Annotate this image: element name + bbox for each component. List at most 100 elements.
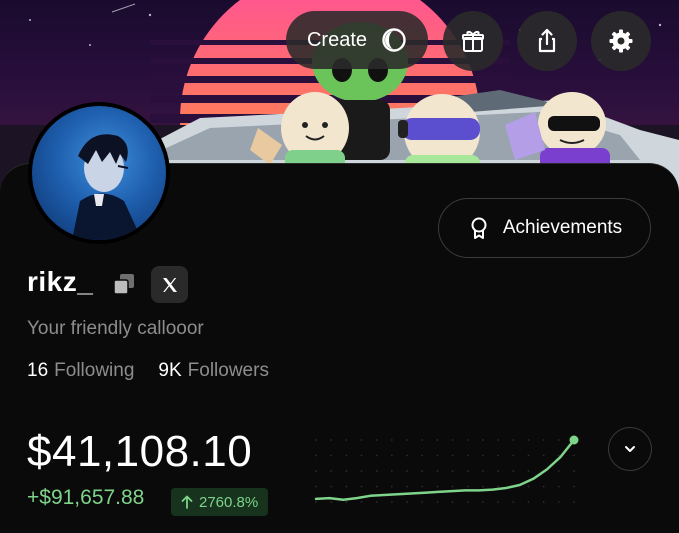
grid-dot xyxy=(451,439,454,441)
grid-dot xyxy=(345,439,348,441)
grid-dot xyxy=(315,454,317,457)
create-button[interactable]: Create xyxy=(286,11,428,69)
grid-dot xyxy=(451,501,454,503)
grid-dot xyxy=(512,439,515,441)
portfolio-gain: +$91,657.88 xyxy=(27,486,145,509)
grid-dot xyxy=(315,485,317,488)
gain-percent: 2760.8% xyxy=(199,493,259,511)
portfolio-chart xyxy=(314,435,579,503)
chart-grid xyxy=(315,439,575,503)
grid-dot xyxy=(573,454,575,457)
grid-dot xyxy=(330,470,333,472)
grid-dot xyxy=(497,501,500,503)
grid-dot xyxy=(466,501,469,503)
grid-dot xyxy=(360,485,363,488)
grid-dot xyxy=(512,501,515,503)
grid-dot xyxy=(375,501,378,503)
grid-dot xyxy=(482,485,484,488)
grid-dot xyxy=(360,454,363,457)
grid-dot xyxy=(451,470,454,472)
grid-dot xyxy=(557,470,560,472)
chart-series-line xyxy=(314,438,576,501)
grid-dot xyxy=(542,501,545,503)
grid-dot xyxy=(345,454,348,457)
following-label: Following xyxy=(54,360,135,381)
grid-dot xyxy=(406,439,408,441)
grid-dot xyxy=(497,485,500,488)
grid-dot xyxy=(360,439,363,441)
avatar[interactable] xyxy=(28,102,170,244)
grid-dot xyxy=(436,485,439,488)
grid-dot xyxy=(573,501,575,503)
grid-dot xyxy=(512,470,515,472)
grid-dot xyxy=(390,470,393,472)
grid-dot xyxy=(466,439,469,441)
grid-dot xyxy=(542,485,545,488)
grid-dot xyxy=(345,470,348,472)
copy-icon[interactable] xyxy=(112,272,136,296)
grid-dot xyxy=(421,501,424,503)
grid-dot xyxy=(512,454,515,457)
grid-dot xyxy=(466,454,469,457)
settings-button[interactable] xyxy=(591,11,651,71)
following-stat[interactable]: 16 Following xyxy=(27,360,134,382)
bio: Your friendly callooor xyxy=(27,318,204,339)
expand-chart-button[interactable] xyxy=(608,427,652,471)
grid-dot xyxy=(330,454,333,457)
grid-dot xyxy=(482,454,484,457)
gain-percent-badge: 2760.8% xyxy=(171,488,269,516)
chevron-down-icon xyxy=(625,446,635,452)
grid-dot xyxy=(527,485,530,488)
grid-dot xyxy=(482,439,484,441)
grid-dot xyxy=(557,454,560,457)
grid-dot xyxy=(345,485,348,488)
achievements-button[interactable]: Achievements xyxy=(438,198,651,258)
grid-dot xyxy=(436,470,439,472)
grid-dot xyxy=(375,470,378,472)
grid-dot xyxy=(542,454,545,457)
grid-dot xyxy=(406,454,408,457)
grid-dot xyxy=(542,439,545,441)
grid-dot xyxy=(315,501,317,503)
grid-dot xyxy=(360,501,363,503)
grid-dot xyxy=(482,501,484,503)
achievements-label: Achievements xyxy=(502,217,623,238)
grid-dot xyxy=(390,485,393,488)
followers-label: Followers xyxy=(187,360,269,381)
grid-dot xyxy=(482,470,484,472)
grid-dot xyxy=(375,439,378,441)
x-profile-link[interactable] xyxy=(151,266,188,303)
grid-dot xyxy=(421,485,424,488)
grid-dot xyxy=(345,501,348,503)
gift-icon xyxy=(462,30,484,52)
grid-dot xyxy=(497,454,500,457)
gift-button[interactable] xyxy=(443,11,503,71)
grid-dot xyxy=(436,454,439,457)
grid-dot xyxy=(557,485,560,488)
grid-dot xyxy=(436,501,439,503)
grid-dot xyxy=(557,439,560,441)
grid-dot xyxy=(527,501,530,503)
grid-dot xyxy=(436,439,439,441)
follow-stats: 16 Following 9K Followers xyxy=(27,360,269,382)
grid-dot xyxy=(360,470,363,472)
grid-dot xyxy=(527,439,530,441)
grid-dot xyxy=(375,485,378,488)
grid-dot xyxy=(557,501,560,503)
grid-dot xyxy=(497,439,500,441)
grid-dot xyxy=(451,485,454,488)
share-icon xyxy=(538,28,556,53)
grid-dot xyxy=(330,485,333,488)
following-count: 16 xyxy=(27,360,49,381)
grid-dot xyxy=(406,501,408,503)
grid-dot xyxy=(527,470,530,472)
grid-dot xyxy=(330,501,333,503)
share-button[interactable] xyxy=(517,11,577,71)
grid-dot xyxy=(497,470,500,472)
avatar-illustration xyxy=(72,134,142,240)
grid-dot xyxy=(390,439,393,441)
followers-stat[interactable]: 9K Followers xyxy=(158,360,269,382)
grid-dot xyxy=(315,439,317,441)
grid-dot xyxy=(421,454,424,457)
award-icon xyxy=(471,217,487,239)
